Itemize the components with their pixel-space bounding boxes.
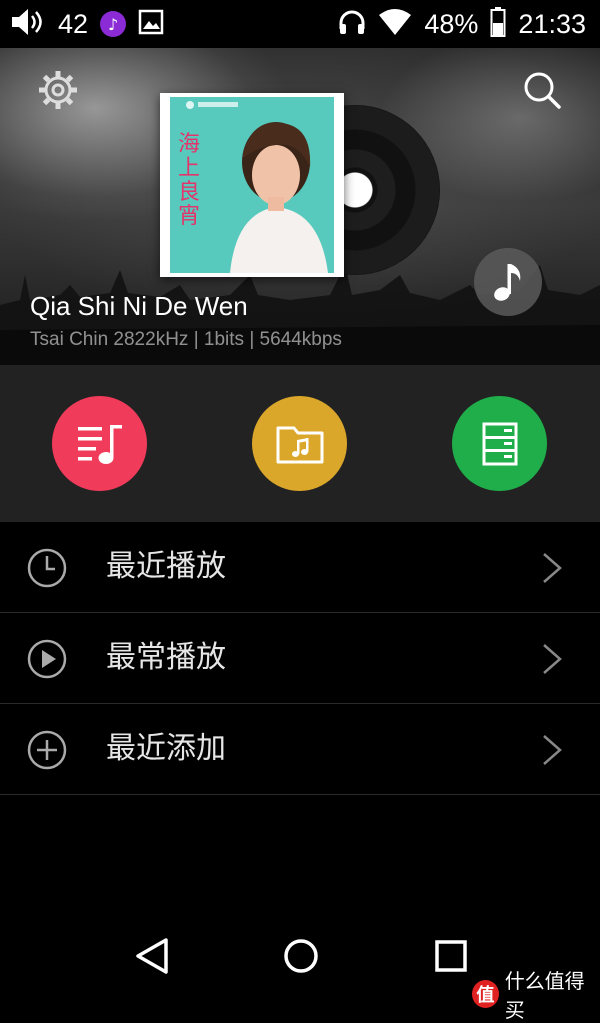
list-item-label: 最常播放 bbox=[106, 640, 226, 675]
gear-icon bbox=[39, 71, 77, 109]
headphones-icon bbox=[338, 9, 366, 39]
gallery-icon bbox=[138, 9, 164, 39]
song-meta: Tsai Chin 2822kHz | 1bits | 5644kbps bbox=[30, 329, 342, 350]
playlist-icon bbox=[77, 424, 122, 464]
song-title: Qia Shi Ni De Wen bbox=[30, 291, 248, 321]
quick-access-list: 最近播放 最常播放 最近添加 bbox=[0, 522, 600, 795]
search-icon bbox=[524, 72, 561, 109]
album-title-text: 海上良宵 bbox=[178, 132, 201, 229]
album-art[interactable]: 海上良宵 bbox=[160, 93, 344, 277]
status-bar: 42 ♪ 48% 21:33 bbox=[0, 0, 600, 48]
play-circle-icon bbox=[27, 639, 67, 679]
wifi-icon bbox=[378, 9, 412, 39]
now-playing-button[interactable] bbox=[474, 248, 542, 316]
home-button[interactable] bbox=[281, 936, 321, 976]
volume-level: 42 bbox=[58, 8, 89, 39]
list-item-recently-added[interactable]: 最近添加 bbox=[0, 704, 600, 795]
list-item-label: 最近播放 bbox=[106, 549, 226, 584]
list-item-recently-played[interactable]: 最近播放 bbox=[0, 522, 600, 613]
clock-icon bbox=[27, 548, 67, 588]
music-folder-button[interactable] bbox=[252, 396, 347, 491]
recents-button[interactable] bbox=[431, 936, 471, 976]
storage-icon bbox=[482, 422, 517, 465]
category-buttons bbox=[0, 365, 600, 522]
list-item-label: 最近添加 bbox=[106, 731, 226, 766]
now-playing-header[interactable]: 海上良宵 Qia Shi Ni De Wen Tsai Chin 2822kHz… bbox=[0, 48, 600, 365]
music-app-icon: ♪ bbox=[100, 11, 127, 37]
plus-circle-icon bbox=[27, 730, 67, 770]
music-note-icon bbox=[494, 264, 521, 301]
watermark-text: 什么值得买 bbox=[504, 969, 585, 1022]
music-folder-icon bbox=[276, 426, 323, 463]
chevron-right-icon bbox=[543, 644, 562, 674]
chevron-right-icon bbox=[543, 553, 562, 583]
watermark: 值 什么值得买 bbox=[472, 965, 600, 1023]
storage-button[interactable] bbox=[452, 396, 547, 491]
clock: 21:33 bbox=[518, 8, 586, 39]
volume-icon bbox=[10, 7, 46, 41]
watermark-logo: 值 bbox=[472, 980, 499, 1008]
battery-percent: 48% bbox=[424, 8, 479, 39]
chevron-right-icon bbox=[543, 735, 562, 765]
playlists-button[interactable] bbox=[52, 396, 147, 491]
battery-icon bbox=[490, 7, 506, 41]
list-item-most-played[interactable]: 最常播放 bbox=[0, 613, 600, 704]
back-button[interactable] bbox=[132, 936, 172, 976]
settings-button[interactable] bbox=[36, 68, 80, 112]
search-button[interactable] bbox=[520, 68, 564, 112]
